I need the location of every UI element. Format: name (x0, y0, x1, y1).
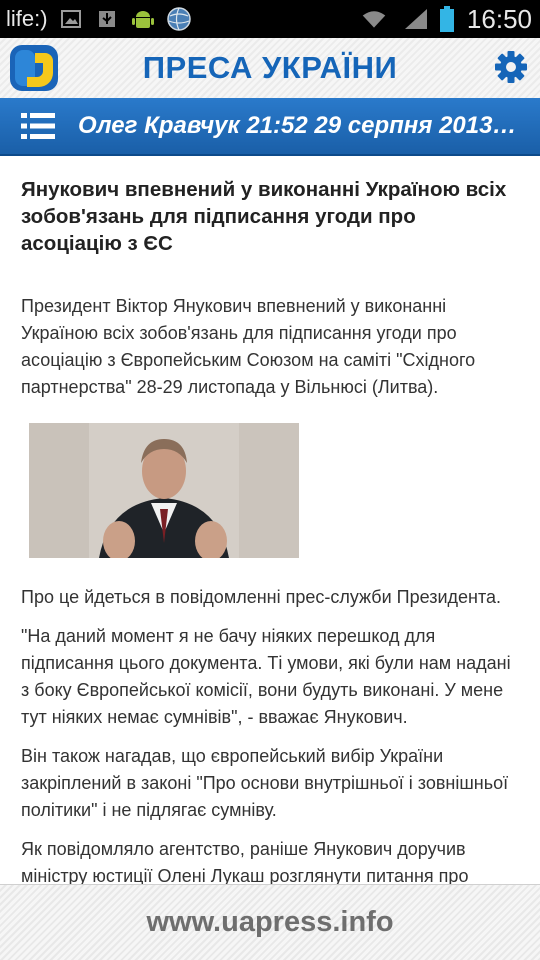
app-header: ПРЕСА УКРАЇНИ (0, 38, 540, 98)
footer-site-link[interactable]: www.uapress.info (146, 906, 393, 939)
app-title: ПРЕСА УКРАЇНИ (142, 50, 398, 85)
gallery-icon (58, 6, 84, 32)
ua-press-logo (8, 43, 60, 93)
battery-icon (439, 6, 455, 32)
article-photo (29, 423, 299, 558)
menu-icon (21, 113, 55, 139)
android-icon (130, 6, 156, 32)
clock: 16:50 (466, 3, 532, 34)
article: Янукович впевнений у виконанні Україною … (21, 176, 521, 917)
article-paragraph: Президент Віктор Янукович впевнений у ви… (21, 296, 476, 397)
wifi-icon (361, 6, 387, 32)
menu-button[interactable] (16, 104, 60, 148)
article-paragraph: "На даний момент я не бачу ніяких перешк… (21, 626, 511, 727)
author-date-line: Олег Кравчук 21:52 29 серпня 2013 р. (78, 112, 518, 139)
settings-button[interactable] (494, 50, 528, 84)
carrier-label: life:) (6, 6, 48, 31)
signal-icon (403, 6, 429, 32)
usb-icon (94, 6, 120, 32)
article-paragraph: Про це йдеться в повідомленні прес-служб… (21, 587, 502, 607)
author-bar: Олег Кравчук 21:52 29 серпня 2013 р. (0, 98, 540, 156)
article-headline: Янукович впевнений у виконанні Україною … (21, 178, 507, 255)
status-bar: life:) 16:50 (0, 0, 540, 38)
footer: www.uapress.info (0, 884, 540, 960)
globe-icon (166, 6, 192, 32)
article-paragraph: Він також нагадав, що європейський вибір… (21, 746, 509, 820)
gear-icon (495, 51, 527, 83)
